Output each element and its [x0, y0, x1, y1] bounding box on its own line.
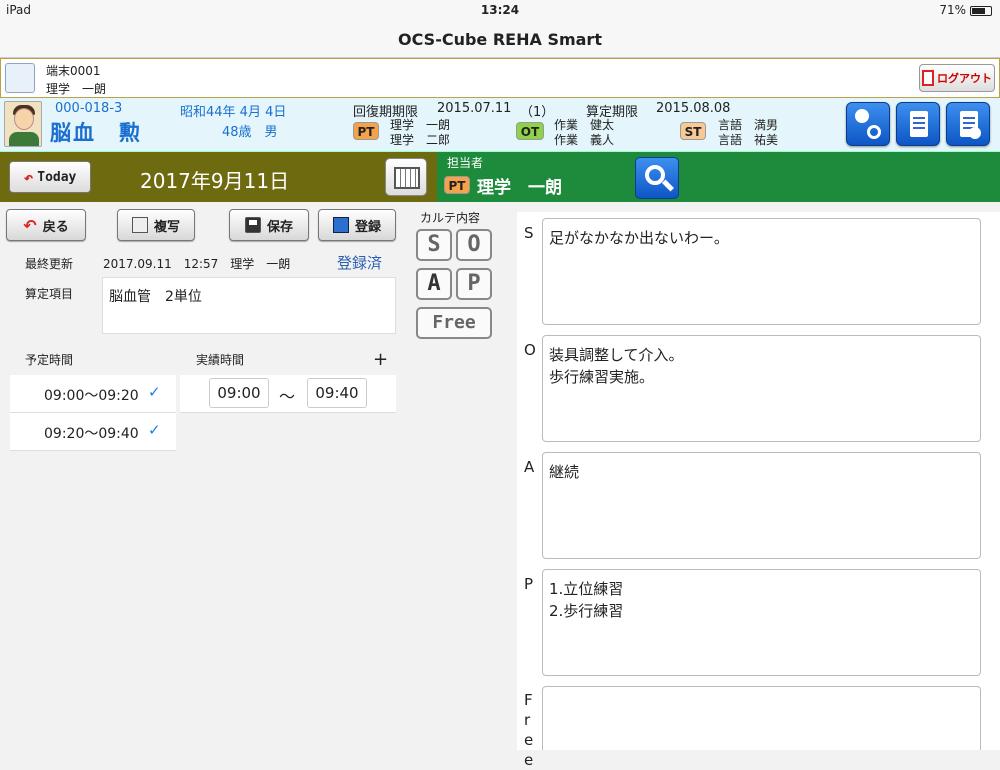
patient-record-icon[interactable]	[896, 102, 940, 146]
ot-badge: OT	[516, 122, 544, 140]
patient-age-sex: 48歳 男	[222, 125, 278, 140]
copy-button[interactable]: 複写	[117, 209, 195, 241]
patient-name: 脳血 勲	[50, 121, 142, 145]
staff-name: 理学 一朗	[477, 178, 562, 198]
staff-label: 担当者	[447, 156, 484, 170]
last-updated-value: 2017.09.11 12:57 理学 一朗	[103, 257, 291, 271]
back-button[interactable]: ↶ 戻る	[6, 209, 86, 241]
current-date: 2017年9月11日	[140, 169, 290, 193]
planned-slot-label: 09:00〜09:20	[44, 388, 139, 404]
calc-limit-date: 2015.08.08	[656, 101, 731, 116]
calendar-icon	[394, 167, 420, 189]
o-label: O	[524, 341, 536, 359]
save-icon	[244, 217, 261, 233]
free-label: Free	[524, 691, 534, 769]
terminal-icon[interactable]	[5, 63, 35, 93]
calc-item-field[interactable]: 脳血管 2単位	[102, 277, 396, 334]
soap-a-button[interactable]: A	[416, 268, 452, 300]
recovery-date: 2015.07.11	[437, 101, 512, 116]
date-bar: ↶ Today 2017年9月11日	[0, 152, 437, 202]
logout-button[interactable]: ログアウト	[919, 64, 995, 92]
free-textarea[interactable]	[542, 686, 981, 750]
st-badge: ST	[680, 122, 706, 140]
actual-start-input[interactable]: 09:00	[209, 378, 269, 408]
s-label: S	[524, 224, 534, 242]
s-textarea[interactable]: 足がなかなか出ないわー。	[542, 218, 981, 325]
calc-item-value: 脳血管 2単位	[109, 289, 202, 305]
planned-time-label: 予定時間	[25, 353, 74, 367]
time-separator: 〜	[279, 387, 296, 406]
battery-percent: 71%	[939, 3, 966, 17]
patient-birthdate: 昭和44年 4月 4日	[180, 105, 287, 120]
p-label: P	[524, 575, 534, 593]
battery-status: 71%	[939, 3, 992, 17]
p-textarea[interactable]: 1.立位練習 2.歩行練習	[542, 569, 981, 676]
pt-staff-1: 理学 一朗	[390, 118, 451, 132]
staff-pt-badge: PT	[444, 176, 470, 194]
planned-slot[interactable]: 09:00〜09:20 ✓	[10, 375, 176, 413]
today-button[interactable]: ↶ Today	[9, 161, 91, 193]
nav-bar: OCS-Cube REHA Smart	[0, 20, 1000, 58]
soap-o-button[interactable]: O	[456, 229, 492, 261]
copy-label: 複写	[153, 219, 180, 235]
a-label: A	[524, 458, 535, 476]
register-button[interactable]: 登録	[318, 209, 396, 241]
actual-end-input[interactable]: 09:40	[307, 378, 367, 408]
terminal-id: 端末0001	[46, 64, 101, 78]
soap-free-button[interactable]: Free	[416, 307, 492, 339]
st-staff-1: 言語 満男	[718, 118, 779, 132]
today-label: Today	[37, 169, 77, 185]
add-time-button[interactable]: +	[373, 349, 388, 370]
soap-p-button[interactable]: P	[456, 268, 492, 300]
planned-slot[interactable]: 09:20〜09:40 ✓	[10, 413, 176, 451]
staff-bar: 担当者 PT 理学 一朗	[437, 152, 1000, 202]
app-title: OCS-Cube REHA Smart	[398, 30, 602, 49]
battery-icon	[970, 5, 992, 16]
patient-search-icon[interactable]	[846, 102, 890, 146]
o-textarea[interactable]: 装具調整して介入。 歩行練習実施。	[542, 335, 981, 442]
register-icon	[332, 217, 349, 233]
checkmark-icon: ✓	[148, 383, 161, 401]
back-label: 戻る	[42, 219, 69, 235]
st-staff-2: 言語 祐美	[718, 133, 779, 147]
door-icon	[922, 70, 934, 86]
status-bar: iPad 13:24 71%	[0, 0, 1000, 20]
copy-icon	[131, 217, 148, 233]
save-label: 保存	[266, 219, 293, 235]
actual-time-label: 実績時間	[196, 353, 245, 367]
planned-slot-label: 09:20〜09:40	[44, 426, 139, 442]
clock: 13:24	[480, 3, 520, 17]
patient-avatar	[4, 101, 42, 147]
document-search-icon[interactable]	[946, 102, 990, 146]
checkmark-icon: ✓	[148, 421, 161, 439]
pt-staff-2: 理学 二郎	[390, 133, 451, 147]
last-updated-label: 最終更新	[25, 257, 74, 271]
register-label: 登録	[354, 219, 381, 235]
calendar-button[interactable]	[385, 158, 427, 196]
a-textarea[interactable]: 継続	[542, 452, 981, 559]
logout-label: ログアウト	[937, 72, 992, 85]
terminal-user: 理学 一朗	[46, 82, 107, 96]
back-arrow-icon: ↶	[23, 215, 37, 235]
registration-status: 登録済	[337, 254, 383, 272]
staff-search-button[interactable]	[635, 157, 679, 199]
patient-bar: 000-018-3 脳血 勲 昭和44年 4月 4日 48歳 男 回復期期限 2…	[0, 98, 1000, 152]
pt-badge: PT	[353, 122, 379, 140]
patient-id: 000-018-3	[55, 101, 123, 116]
calc-item-label: 算定項目	[25, 287, 74, 301]
ot-staff-2: 作業 義人	[554, 133, 615, 147]
save-button[interactable]: 保存	[229, 209, 309, 241]
ot-staff-1: 作業 健太	[554, 118, 615, 132]
back-arrow-icon: ↶	[23, 167, 34, 187]
karte-label: カルテ内容	[420, 211, 481, 225]
recovery-count: （1）	[520, 105, 555, 120]
soap-s-button[interactable]: S	[416, 229, 452, 261]
terminal-bar: 端末0001 理学 一朗 ログアウト	[0, 58, 1000, 98]
